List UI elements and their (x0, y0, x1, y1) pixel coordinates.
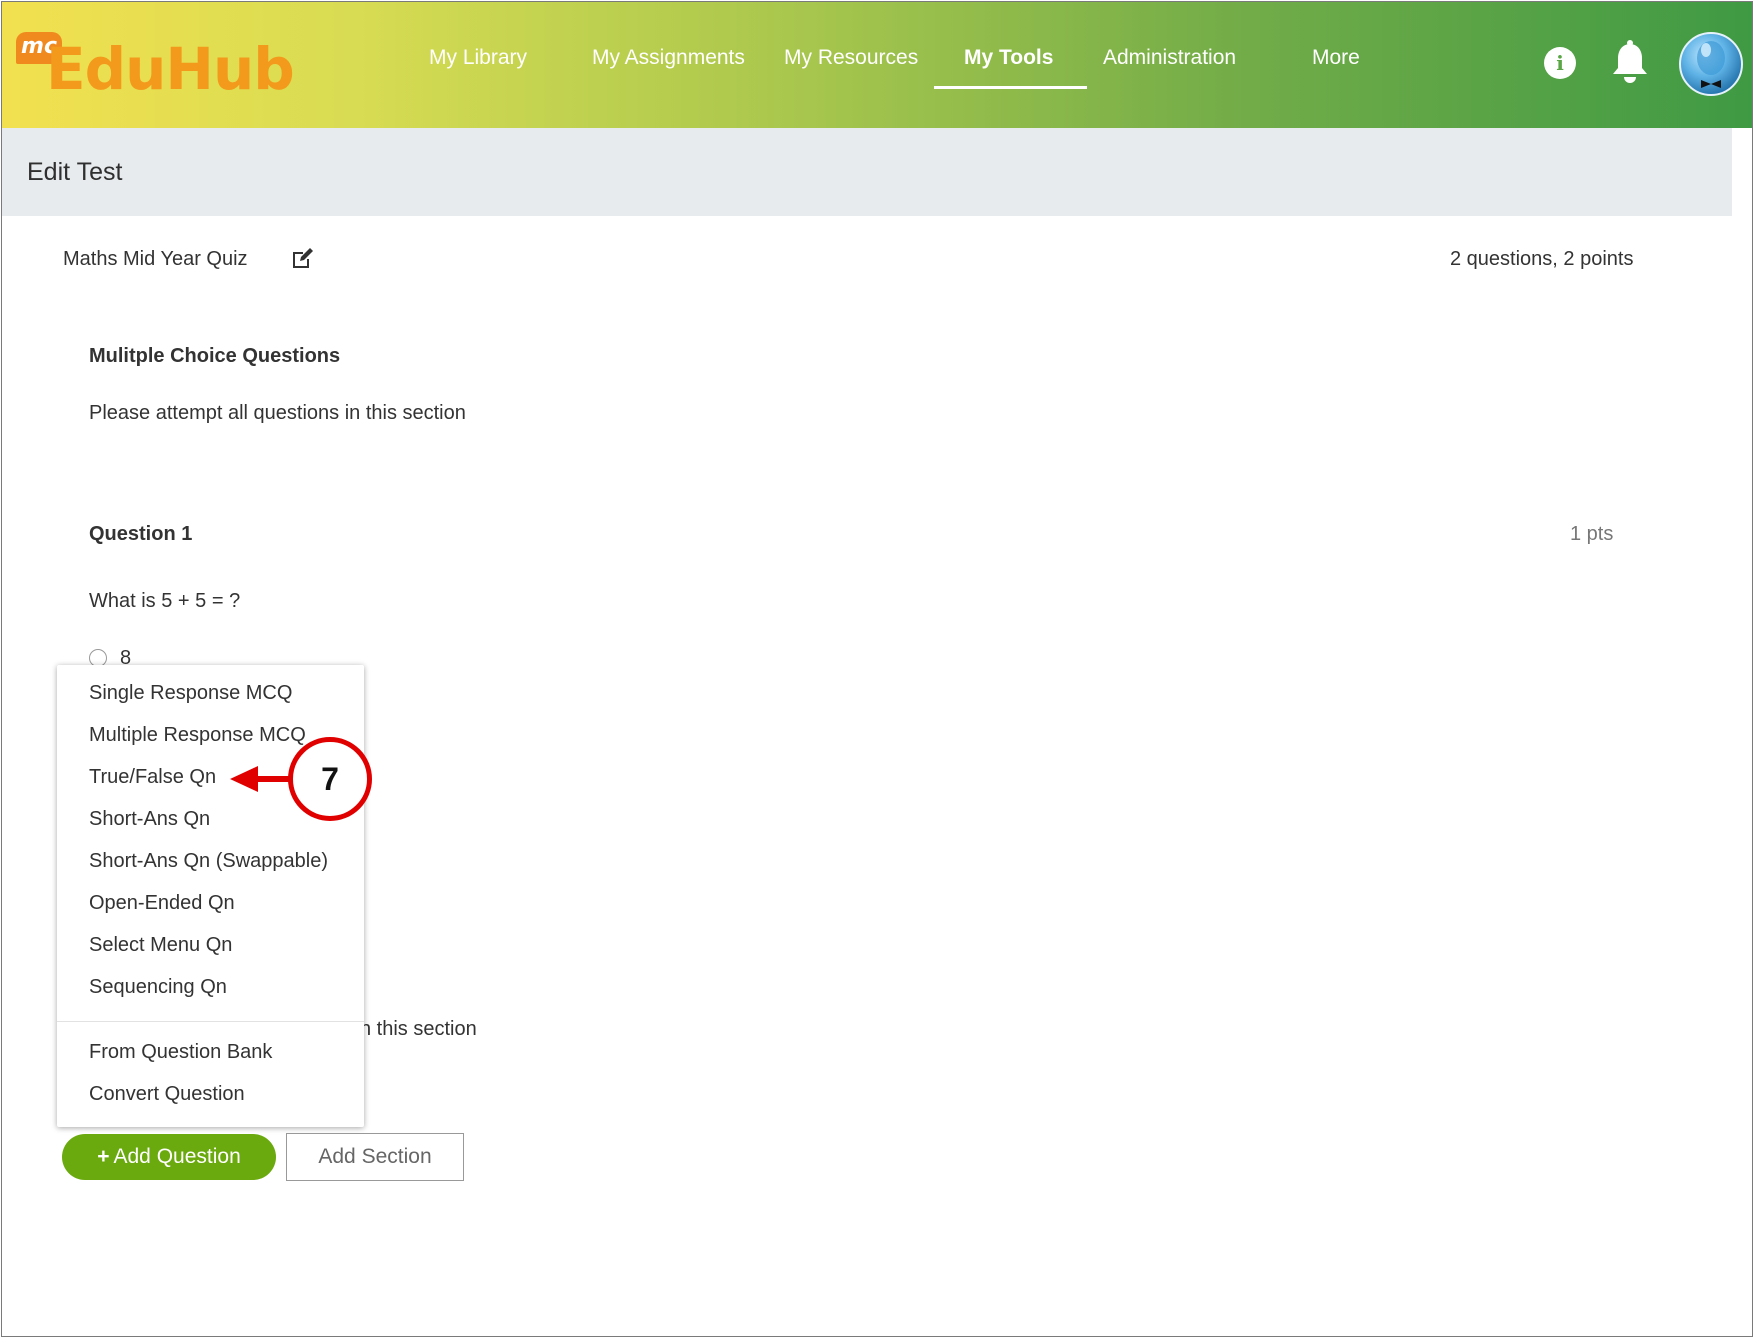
nav-administration[interactable]: Administration (1103, 46, 1236, 70)
nav-my-tools[interactable]: My Tools (964, 46, 1053, 70)
section-description: Please attempt all questions in this sec… (89, 402, 466, 424)
nav-my-library[interactable]: My Library (429, 46, 527, 70)
menu-item-convert-question[interactable]: Convert Question (89, 1083, 245, 1106)
menu-item-short-answer-swappable[interactable]: Short-Ans Qn (Swappable) (89, 850, 328, 873)
test-name: Maths Mid Year Quiz (63, 248, 248, 270)
menu-item-select-menu[interactable]: Select Menu Qn (89, 934, 232, 957)
menu-item-short-answer[interactable]: Short-Ans Qn (89, 808, 210, 831)
nav-my-resources[interactable]: My Resources (784, 46, 918, 70)
logo-text: EduHub (46, 35, 295, 103)
add-question-button[interactable]: + Add Question (62, 1134, 276, 1180)
add-section-button[interactable]: Add Section (286, 1133, 464, 1181)
nav-more[interactable]: More (1312, 46, 1360, 70)
step-callout: 7 (288, 737, 372, 821)
bell-icon[interactable] (1609, 40, 1651, 86)
question-text: What is 5 + 5 = ? (89, 590, 241, 612)
app-window: mc EduHub My Library My Assignments My R… (1, 1, 1753, 1337)
menu-item-sequencing[interactable]: Sequencing Qn (89, 976, 227, 999)
avatar[interactable] (1679, 32, 1743, 96)
menu-item-multiple-response-mcq[interactable]: Multiple Response MCQ (89, 724, 306, 747)
eduhub-logo[interactable]: mc EduHub (16, 24, 295, 104)
section-title: Mulitple Choice Questions (89, 345, 341, 367)
menu-item-single-response-mcq[interactable]: Single Response MCQ (89, 682, 292, 705)
menu-item-open-ended[interactable]: Open-Ended Qn (89, 892, 235, 915)
plus-icon: + (97, 1145, 110, 1168)
add-question-label: Add Question (113, 1145, 241, 1168)
test-summary: 2 questions, 2 points (1450, 248, 1634, 270)
page-header: Edit Test (2, 128, 1732, 216)
menu-divider (57, 1021, 364, 1022)
question-label: Question 1 (89, 523, 193, 545)
menu-item-from-question-bank[interactable]: From Question Bank (89, 1041, 272, 1064)
edit-icon[interactable] (290, 247, 314, 271)
question-points: 1 pts (1570, 523, 1614, 545)
nav-active-underline (934, 86, 1087, 89)
add-question-menu: Single Response MCQ Multiple Response MC… (57, 665, 364, 1127)
nav-my-assignments[interactable]: My Assignments (592, 46, 745, 70)
menu-item-true-false[interactable]: True/False Qn (89, 766, 216, 789)
content-edge (1732, 216, 1752, 836)
top-navigation-bar: mc EduHub My Library My Assignments My R… (2, 2, 1752, 128)
section-description-visible: n this section (360, 1018, 477, 1040)
page-title: Edit Test (27, 158, 123, 186)
info-icon[interactable]: i (1544, 47, 1576, 79)
